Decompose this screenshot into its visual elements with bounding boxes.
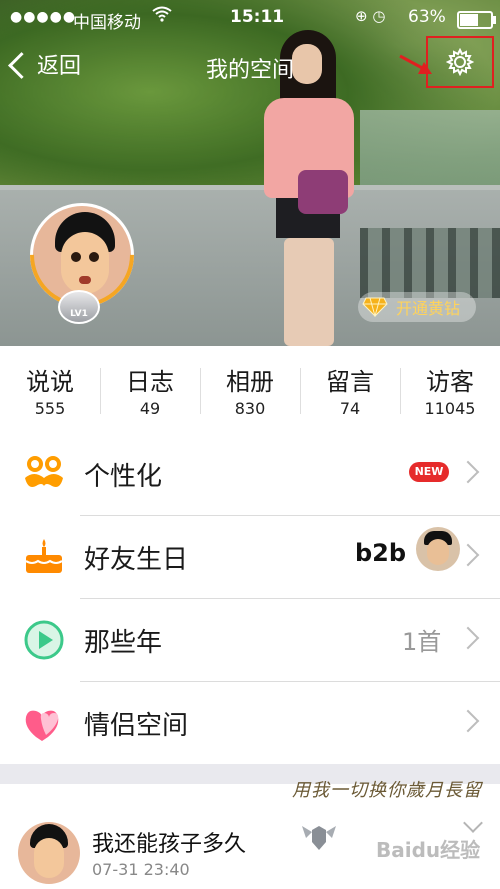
play-icon — [24, 620, 64, 660]
stat-count: 830 — [234, 399, 266, 418]
hearts-icon — [25, 710, 59, 741]
signal-icon: ●●●●● — [10, 9, 77, 25]
friend-name: b2b — [355, 539, 407, 567]
carrier-label: 中国移动 — [73, 13, 141, 33]
level-label: LV1 — [70, 309, 88, 319]
feed-title: 我还能孩子多久 — [92, 832, 247, 857]
stat-blog[interactable]: 日志 49 — [100, 346, 200, 432]
song-count: 1首 — [402, 628, 442, 656]
stat-count: 49 — [139, 399, 161, 418]
vip-label: 开通黄钻 — [396, 299, 461, 318]
menu-item-couple-space[interactable]: 情侣空间 — [0, 681, 500, 764]
menu-item-those-years[interactable]: 那些年 1首 — [0, 598, 500, 681]
feed-quote: 用我一切换你歲月長留 — [292, 780, 482, 801]
wings-badge-icon — [302, 826, 336, 850]
chevron-down-icon[interactable] — [463, 813, 483, 833]
menu-label: 个性化 — [84, 462, 163, 492]
cover-lattice — [360, 228, 500, 298]
mustache-icon — [25, 456, 63, 487]
stat-shuoshuo[interactable]: 说说 555 — [0, 346, 100, 432]
chevron-right-icon — [456, 543, 480, 567]
vip-button[interactable]: 开通黄钻 — [358, 292, 476, 322]
menu-label: 那些年 — [84, 628, 163, 658]
menu-item-birthday[interactable]: 好友生日 b2b — [0, 515, 500, 598]
yellow-diamond-icon — [362, 297, 388, 317]
stats-bar: 说说 555 日志 49 相册 830 留言 74 访客 11045 — [0, 346, 500, 433]
new-badge: NEW — [409, 462, 449, 482]
friend-avatar[interactable] — [416, 527, 460, 571]
menu-label: 情侣空间 — [84, 711, 189, 741]
menu-list: 个性化 NEW 好友生日 b2b 那些年 1首 情侣空间 — [0, 432, 500, 764]
stat-count: 11045 — [424, 399, 476, 418]
stat-label: 日志 — [126, 368, 174, 396]
menu-label: 好友生日 — [84, 545, 189, 575]
stat-count: 74 — [339, 399, 361, 418]
wifi-icon — [152, 6, 172, 26]
feed-time: 07-31 23:40 — [92, 860, 190, 879]
gear-icon — [446, 48, 474, 76]
settings-button[interactable] — [426, 36, 494, 88]
chevron-right-icon — [456, 460, 480, 484]
chevron-right-icon — [456, 709, 480, 733]
status-icons: ⊕ ◷ — [355, 7, 386, 25]
stat-count: 555 — [34, 399, 66, 418]
level-badge[interactable]: LV1 — [58, 290, 100, 324]
stat-messages[interactable]: 留言 74 — [300, 346, 400, 432]
stat-albums[interactable]: 相册 830 — [200, 346, 300, 432]
stat-label: 访客 — [426, 368, 474, 396]
feed-avatar[interactable] — [18, 822, 80, 884]
menu-item-personalize[interactable]: 个性化 NEW — [0, 432, 500, 515]
stat-visitors[interactable]: 访客 11045 — [400, 346, 500, 432]
status-bar: ●●●●● 中国移动 15:11 ⊕ ◷ 63% — [0, 0, 500, 36]
stat-label: 说说 — [26, 368, 74, 396]
chevron-right-icon — [456, 626, 480, 650]
clock: 15:11 — [230, 7, 285, 27]
cake-icon — [25, 539, 63, 573]
battery-percent: 63% — [408, 7, 446, 27]
stat-label: 相册 — [226, 368, 274, 396]
battery-icon — [457, 11, 496, 29]
watermark: Baidu经验 — [376, 838, 481, 862]
annotation-arrow-icon — [399, 54, 432, 74]
stat-label: 留言 — [326, 368, 374, 396]
